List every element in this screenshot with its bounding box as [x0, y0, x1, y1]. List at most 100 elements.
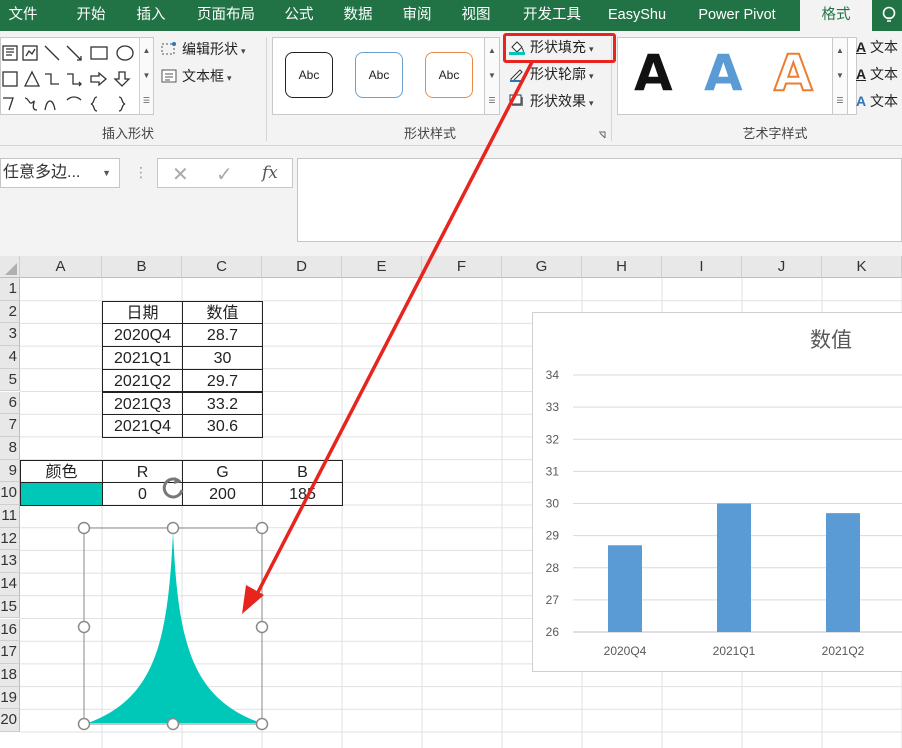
more-icon[interactable]: ☰: [833, 88, 847, 113]
table-cell[interactable]: 2021Q1: [102, 346, 183, 370]
tab-data[interactable]: 数据: [334, 0, 382, 31]
row-header-11[interactable]: 11: [0, 505, 20, 528]
color-value-cell[interactable]: 200: [182, 482, 263, 506]
chart-title[interactable]: 数值: [810, 329, 852, 352]
edit-shape-button[interactable]: 编辑形状 ▾: [160, 38, 246, 60]
color-table-header-cell[interactable]: 颜色: [20, 459, 103, 484]
row-header-13[interactable]: 13: [0, 550, 20, 574]
table-header-cell[interactable]: 数值: [182, 300, 263, 325]
more-icon[interactable]: ☰: [140, 88, 153, 113]
table-cell[interactable]: 30.6: [182, 414, 263, 438]
shape-style-gallery[interactable]: Abc Abc Abc: [272, 37, 500, 115]
selected-shape[interactable]: [76, 520, 272, 734]
resize-handle[interactable]: [255, 620, 269, 634]
column-header-f[interactable]: F: [422, 256, 502, 278]
tab-easyshu[interactable]: EasyShu: [602, 0, 672, 31]
tab-format[interactable]: 格式: [800, 0, 872, 31]
lightbulb-icon[interactable]: [880, 6, 898, 24]
column-header-d[interactable]: D: [262, 256, 342, 278]
scroll-up-icon[interactable]: ▲: [485, 38, 499, 63]
text-effects-button[interactable]: A 文本: [856, 90, 898, 112]
text-fill-button[interactable]: A 文本: [856, 36, 898, 58]
fx-icon[interactable]: fx: [262, 163, 278, 183]
shape-gallery[interactable]: ▲ ▼ ☰: [0, 37, 154, 115]
row-header-2[interactable]: 2: [0, 300, 20, 324]
row-header-8[interactable]: 8: [0, 436, 20, 460]
table-cell[interactable]: 33.2: [182, 391, 263, 416]
wordart-blue[interactable]: A: [704, 44, 743, 102]
table-cell[interactable]: 2021Q4: [102, 414, 183, 438]
tab-developer[interactable]: 开发工具: [512, 0, 592, 31]
column-header-c[interactable]: C: [182, 256, 262, 278]
resize-handle[interactable]: [166, 521, 180, 535]
column-header-j[interactable]: J: [742, 256, 822, 278]
row-header-6[interactable]: 6: [0, 391, 20, 415]
name-box[interactable]: 任意多边... ▼: [0, 158, 120, 188]
shape-effects-button[interactable]: 形状效果 ▾: [508, 90, 594, 112]
scroll-down-icon[interactable]: ▼: [833, 63, 847, 88]
tab-view[interactable]: 视图: [452, 0, 500, 31]
column-header-g[interactable]: G: [502, 256, 582, 278]
row-header-4[interactable]: 4: [0, 346, 20, 369]
row-header-14[interactable]: 14: [0, 573, 20, 596]
table-header-cell[interactable]: 日期: [102, 300, 183, 325]
style-gallery-scroll[interactable]: ▲ ▼ ☰: [484, 37, 500, 115]
chart-bar[interactable]: [717, 503, 751, 633]
column-header-a[interactable]: A: [20, 256, 102, 278]
scroll-down-icon[interactable]: ▼: [485, 63, 499, 88]
row-header-10[interactable]: 10: [0, 482, 20, 505]
cancel-icon[interactable]: ✕: [172, 162, 189, 187]
resize-handle[interactable]: [166, 717, 180, 731]
row-header-12[interactable]: 12: [0, 527, 20, 551]
color-swatch-cell[interactable]: [20, 482, 103, 506]
drag-handle-icon[interactable]: ⋮: [134, 164, 148, 181]
chart-bar[interactable]: [608, 545, 642, 632]
row-header-5[interactable]: 5: [0, 368, 20, 392]
tab-review[interactable]: 审阅: [394, 0, 440, 31]
color-value-cell[interactable]: 185: [262, 482, 343, 506]
color-table-header-cell[interactable]: B: [262, 459, 343, 484]
tab-file[interactable]: 文件: [0, 0, 46, 31]
row-header-20[interactable]: 20: [0, 709, 20, 732]
table-cell[interactable]: 2020Q4: [102, 323, 183, 348]
freeform-shape[interactable]: [88, 532, 261, 723]
more-icon[interactable]: ☰: [485, 88, 499, 113]
shape-icons[interactable]: [1, 42, 141, 114]
table-cell[interactable]: 2021Q2: [102, 368, 183, 393]
select-all-corner[interactable]: [0, 256, 20, 278]
table-cell[interactable]: 28.7: [182, 323, 263, 348]
tab-insert[interactable]: 插入: [126, 0, 176, 31]
row-header-1[interactable]: 1: [0, 278, 20, 301]
chevron-down-icon[interactable]: ▼: [102, 159, 111, 187]
color-table-header-cell[interactable]: G: [182, 459, 263, 484]
table-cell[interactable]: 30: [182, 346, 263, 370]
chart-bar[interactable]: [826, 513, 860, 632]
row-header-17[interactable]: 17: [0, 641, 20, 664]
row-header-19[interactable]: 19: [0, 686, 20, 710]
column-header-h[interactable]: H: [582, 256, 662, 278]
wordart-gallery-scroll[interactable]: ▲ ▼ ☰: [832, 37, 848, 115]
row-header-9[interactable]: 9: [0, 459, 20, 483]
resize-handle[interactable]: [77, 717, 91, 731]
column-header-e[interactable]: E: [342, 256, 422, 278]
text-box-button[interactable]: 文本框 ▾: [160, 65, 232, 87]
tab-page-layout[interactable]: 页面布局: [188, 0, 264, 31]
text-outline-button[interactable]: A 文本: [856, 63, 898, 85]
formula-input[interactable]: [297, 158, 902, 242]
shape-outline-button[interactable]: 形状轮廓 ▾: [508, 63, 594, 85]
column-chart[interactable]: 数值 26 27 28 29 30 31 32 33 34 2020Q4 2021Q1 2021Q2: [532, 312, 902, 672]
style-preset-1[interactable]: Abc: [285, 52, 333, 98]
wordart-orange[interactable]: A: [773, 43, 814, 103]
tab-home[interactable]: 开始: [66, 0, 116, 31]
wordart-black[interactable]: A: [634, 44, 673, 102]
dialog-launcher-icon[interactable]: [598, 131, 606, 139]
rotate-handle-icon[interactable]: [160, 474, 188, 502]
row-header-15[interactable]: 15: [0, 595, 20, 619]
row-header-16[interactable]: 16: [0, 618, 20, 642]
style-preset-3[interactable]: Abc: [425, 52, 473, 98]
scroll-up-icon[interactable]: ▲: [833, 38, 847, 63]
table-cell[interactable]: 29.7: [182, 368, 263, 393]
table-cell[interactable]: 2021Q3: [102, 391, 183, 416]
resize-handle[interactable]: [77, 620, 91, 634]
resize-handle[interactable]: [77, 521, 91, 535]
